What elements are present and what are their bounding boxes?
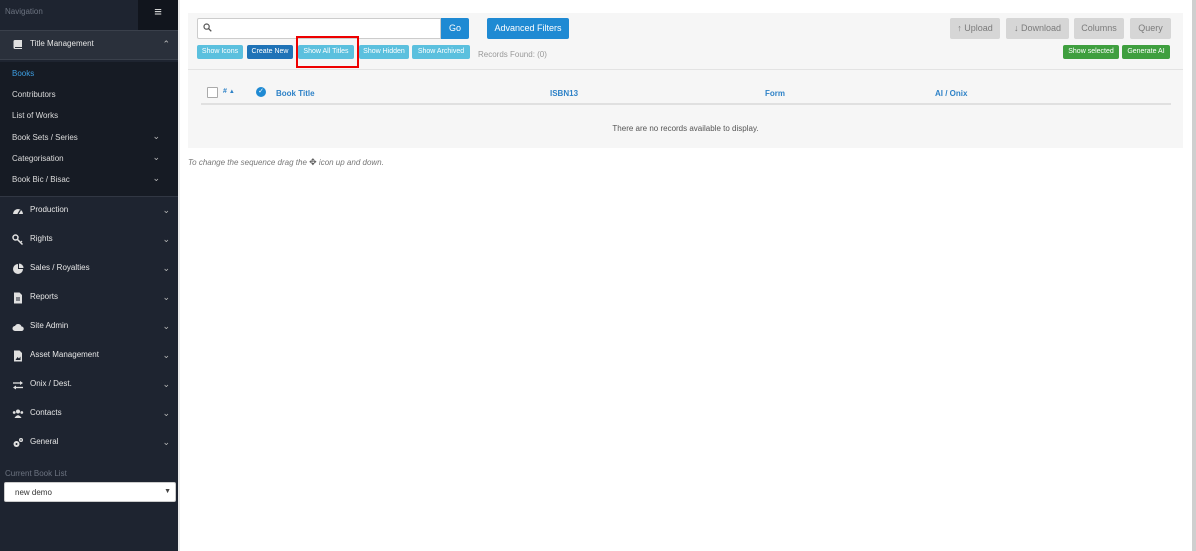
book-icon	[12, 39, 24, 51]
general-label: General	[30, 437, 59, 446]
chevron-down-icon: ⌄	[162, 292, 170, 302]
sidebar-topbar: Navigation ≡	[0, 0, 178, 30]
chevron-down-icon: ⌄	[162, 234, 170, 244]
current-book-list-label: Current Book List	[5, 469, 67, 478]
site-admin-label: Site Admin	[30, 321, 69, 330]
users-icon	[12, 408, 24, 420]
sidebar-item-book-sets-series[interactable]: Book Sets / Series	[12, 133, 78, 142]
caret-down-icon: ▼	[164, 488, 171, 495]
gears-icon	[12, 437, 24, 449]
chevron-down-icon: ⌄	[162, 205, 170, 215]
rights-label: Rights	[30, 234, 53, 243]
onix-dest-label: Onix / Dest.	[30, 379, 72, 388]
sales-royalties-label: Sales / Royalties	[30, 263, 90, 272]
column-header-isbn13[interactable]: ISBN13	[550, 89, 578, 98]
key-icon	[12, 234, 24, 246]
sidebar-section-reports[interactable]: Reports ⌄	[0, 284, 178, 312]
chevron-down-icon: ⌄	[152, 173, 160, 183]
records-found: Records Found: (0)	[478, 50, 547, 59]
columns-button[interactable]: Columns	[1074, 18, 1124, 39]
chevron-up-icon: ⌃	[162, 39, 170, 49]
show-selected-button[interactable]: Show selected	[1063, 45, 1119, 59]
table-header: # ▲ ✓ Book Title ISBN13 Form AI / Onix	[201, 83, 1171, 105]
hamburger-menu-icon[interactable]: ≡	[138, 0, 178, 30]
sidebar-section-production[interactable]: Production ⌄	[0, 197, 178, 225]
sidebar-item-contributors[interactable]: Contributors	[12, 90, 56, 99]
reports-label: Reports	[30, 292, 59, 301]
show-icons-button[interactable]: Show Icons	[197, 45, 243, 59]
chevron-down-icon: ⌄	[162, 437, 170, 447]
sidebar-section-title-management[interactable]: Title Management ⌃	[0, 30, 178, 60]
sidebar-section-rights[interactable]: Rights ⌄	[0, 226, 178, 254]
column-header-form[interactable]: Form	[765, 89, 785, 98]
search-icon	[203, 23, 212, 34]
sidebar: Navigation ≡ Title Management ⌃ Books Co…	[0, 0, 178, 551]
navigation-title: Navigation	[5, 7, 43, 16]
select-all-checkbox[interactable]	[207, 87, 218, 98]
title-management-subnav: Books Contributors List of Works Book Se…	[0, 62, 178, 197]
sequence-hint-text-before: To change the sequence drag the	[188, 158, 310, 167]
sidebar-section-general[interactable]: General ⌄	[0, 429, 178, 457]
asset-management-label: Asset Management	[30, 350, 99, 359]
chevron-down-icon: ⌄	[152, 131, 160, 141]
sidebar-section-sales-royalties[interactable]: Sales / Royalties ⌄	[0, 255, 178, 283]
sidebar-section-onix-dest[interactable]: Onix / Dest. ⌄	[0, 371, 178, 399]
move-icon: ✥	[309, 157, 317, 167]
query-button[interactable]: Query	[1130, 18, 1171, 39]
current-book-list-value: new demo	[15, 488, 52, 497]
window-edge	[1192, 0, 1196, 551]
sidebar-section-contacts[interactable]: Contacts ⌄	[0, 400, 178, 428]
empty-table-message: There are no records available to displa…	[612, 124, 759, 133]
pie-chart-icon	[12, 263, 24, 275]
highlight-box	[296, 36, 359, 68]
chevron-down-icon: ⌄	[162, 350, 170, 360]
go-button[interactable]: Go	[441, 18, 469, 39]
column-header-ai-onix[interactable]: AI / Onix	[935, 89, 967, 98]
chevron-down-icon: ⌄	[162, 321, 170, 331]
file-icon	[12, 292, 24, 304]
toolbar-separator	[188, 69, 1183, 70]
sidebar-item-list-of-works[interactable]: List of Works	[12, 111, 58, 120]
chevron-down-icon: ⌄	[152, 152, 160, 162]
download-button[interactable]: ↓ Download	[1006, 18, 1069, 39]
hash-column-label: #	[223, 88, 227, 95]
sort-column-header[interactable]: # ▲	[223, 88, 235, 95]
check-circle-icon[interactable]: ✓	[256, 87, 266, 97]
upload-button[interactable]: ↑ Upload	[950, 18, 1000, 39]
column-header-book-title[interactable]: Book Title	[276, 89, 315, 98]
sidebar-section-asset-management[interactable]: Asset Management ⌄	[0, 342, 178, 370]
production-label: Production	[30, 205, 69, 214]
sidebar-divider	[178, 0, 180, 551]
sidebar-item-books[interactable]: Books	[12, 69, 34, 78]
sequence-hint-text-after: icon up and down.	[316, 158, 384, 167]
sidebar-section-site-admin[interactable]: Site Admin ⌄	[0, 313, 178, 341]
cloud-icon	[12, 321, 24, 333]
chevron-down-icon: ⌄	[162, 263, 170, 273]
sort-ascending-icon: ▲	[228, 89, 235, 95]
sidebar-item-book-bic-bisac[interactable]: Book Bic / Bisac	[12, 175, 70, 184]
show-hidden-button[interactable]: Show Hidden	[359, 45, 409, 59]
contacts-label: Contacts	[30, 408, 62, 417]
chevron-down-icon: ⌄	[162, 379, 170, 389]
dashboard-icon	[12, 205, 24, 217]
image-file-icon	[12, 350, 24, 362]
chevron-down-icon: ⌄	[162, 408, 170, 418]
show-archived-button[interactable]: Show Archived	[412, 45, 470, 59]
generate-ai-button[interactable]: Generate AI	[1122, 45, 1170, 59]
advanced-filters-button[interactable]: Advanced Filters	[487, 18, 569, 39]
exchange-arrows-icon	[12, 379, 24, 391]
create-new-button[interactable]: Create New	[247, 45, 293, 59]
title-management-label: Title Management	[30, 39, 94, 48]
main-panel: Go Advanced Filters ↑ Upload ↓ Download …	[188, 13, 1183, 148]
sidebar-item-categorisation[interactable]: Categorisation	[12, 154, 64, 163]
current-book-list-select[interactable]: new demo ▼	[4, 482, 176, 502]
sequence-hint: To change the sequence drag the ✥ icon u…	[188, 157, 384, 168]
